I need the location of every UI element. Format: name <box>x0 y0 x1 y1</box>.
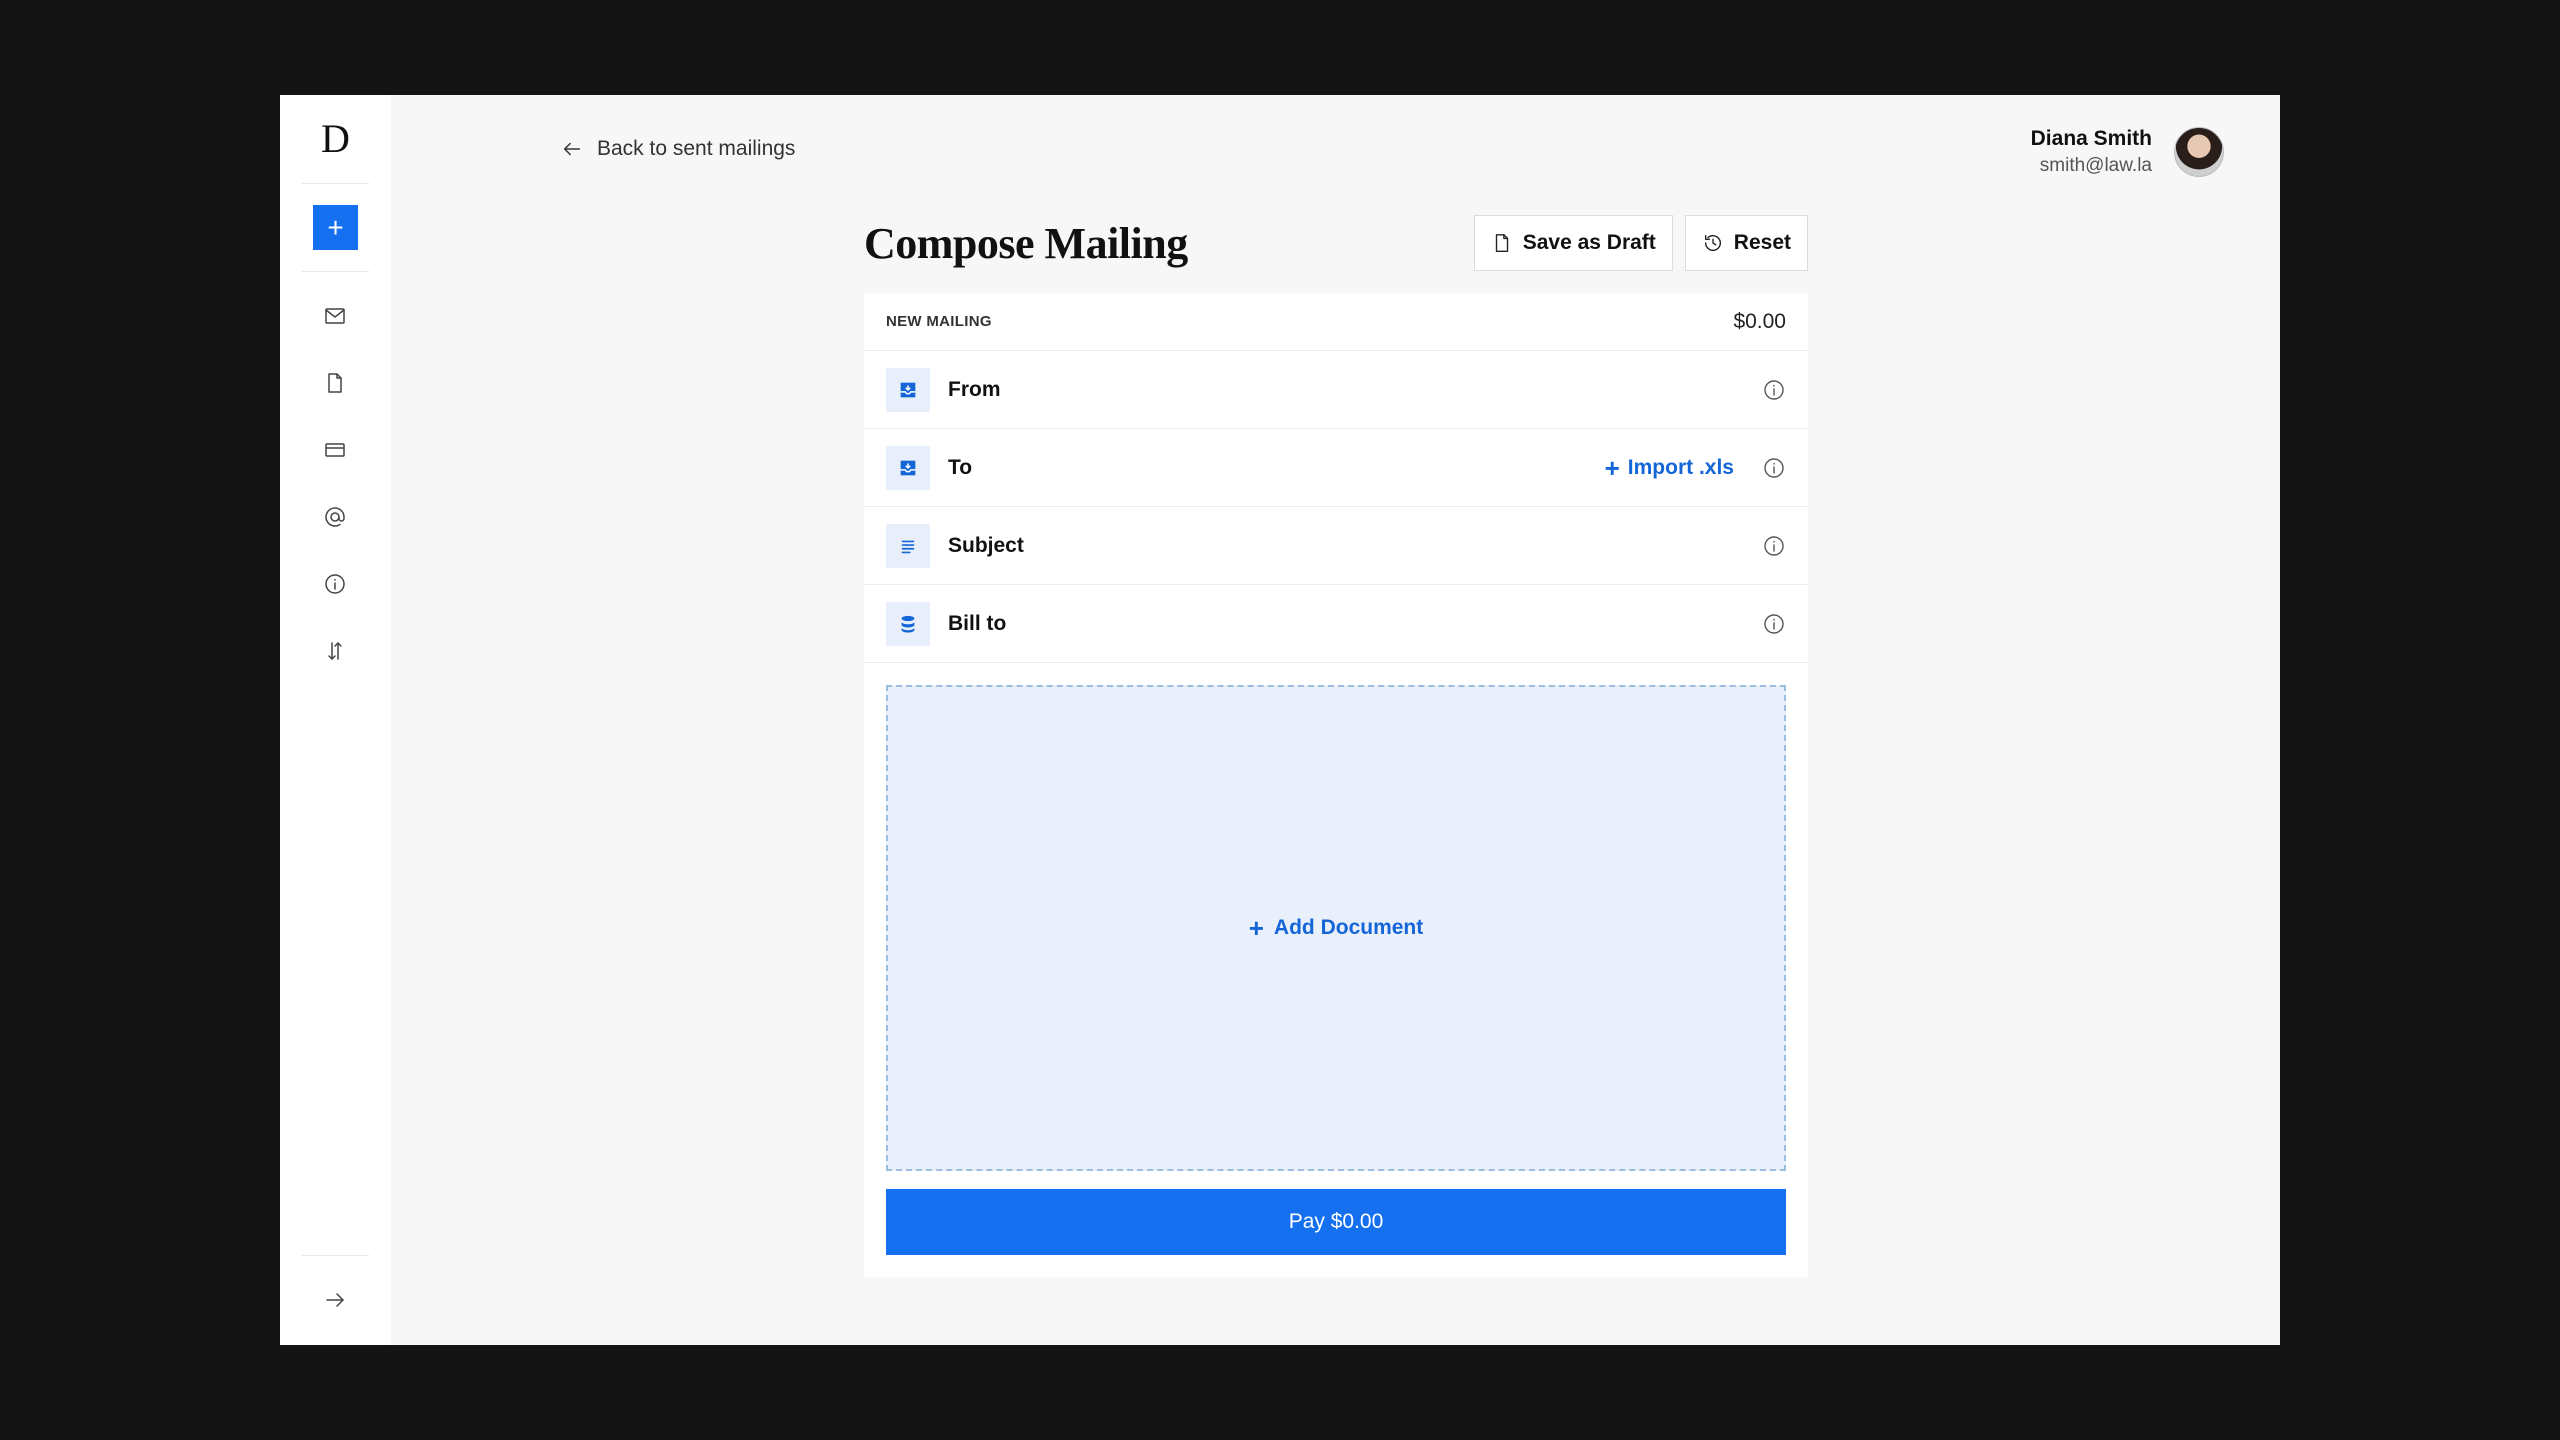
card-label: NEW MAILING <box>886 313 992 330</box>
back-link[interactable]: Back to sent mailings <box>561 137 795 161</box>
add-document-label: Add Document <box>1273 916 1424 939</box>
compose-panel: Compose Mailing Save as Draft Reset NEW … <box>864 213 1808 1277</box>
plus-icon: + <box>1248 913 1264 943</box>
field-label-bill-to: Bill to <box>948 611 1007 635</box>
info-icon[interactable] <box>1762 456 1786 480</box>
sidebar-divider <box>302 271 369 272</box>
document-icon <box>1495 234 1508 252</box>
main-content: Back to sent mailings Diana Smith smith@… <box>391 95 2280 1345</box>
text-lines-icon <box>886 523 930 568</box>
mailing-card: NEW MAILING $0.00 From To + Import .xls … <box>864 293 1808 1277</box>
history-icon <box>1704 234 1721 252</box>
save-draft-button[interactable]: Save as Draft <box>1473 215 1673 271</box>
credit-card-icon[interactable] <box>318 433 352 467</box>
sidebar-divider <box>302 183 369 184</box>
inbox-icon <box>886 367 930 412</box>
info-icon[interactable] <box>1762 534 1786 558</box>
mail-icon[interactable] <box>318 299 352 333</box>
field-row-to[interactable]: To + Import .xls <box>864 429 1808 507</box>
import-xls-button[interactable]: + Import .xls <box>1605 455 1734 481</box>
at-sign-icon[interactable] <box>318 500 352 534</box>
document-dropzone[interactable]: + Add Document <box>886 685 1786 1171</box>
add-document-button[interactable]: + Add Document <box>1249 915 1424 941</box>
mailing-total: $0.00 <box>1733 309 1786 333</box>
field-row-bill-to[interactable]: Bill to <box>864 585 1808 663</box>
info-icon[interactable] <box>1762 612 1786 636</box>
field-label-to: To <box>948 455 973 479</box>
reset-button[interactable]: Reset <box>1684 215 1808 271</box>
new-mailing-button[interactable]: + <box>313 205 358 250</box>
database-icon <box>886 601 930 646</box>
arrow-right-icon[interactable] <box>318 1283 352 1317</box>
sliders-icon[interactable] <box>318 634 352 668</box>
page-title: Compose Mailing <box>864 218 1188 268</box>
field-row-from[interactable]: From <box>864 351 1808 429</box>
field-label-from: From <box>948 377 1001 401</box>
back-link-label: Back to sent mailings <box>597 137 796 160</box>
pay-button[interactable]: Pay $0.00 <box>886 1189 1786 1255</box>
import-xls-label: Import .xls <box>1627 455 1734 479</box>
avatar[interactable] <box>2174 127 2224 177</box>
arrow-left-icon <box>563 142 581 156</box>
user-email: smith@law.la <box>2039 155 2152 176</box>
info-icon[interactable] <box>1762 378 1786 402</box>
user-name: Diana Smith <box>2030 127 2152 150</box>
inbox-icon <box>886 445 930 490</box>
info-icon[interactable] <box>318 567 352 601</box>
field-label-subject: Subject <box>948 533 1024 557</box>
sidebar-divider <box>302 1255 369 1256</box>
save-draft-label: Save as Draft <box>1522 231 1656 254</box>
field-row-subject[interactable]: Subject <box>864 507 1808 585</box>
user-profile[interactable]: Diana Smith smith@law.la <box>2031 127 2224 177</box>
app-logo[interactable]: D <box>280 115 391 162</box>
reset-label: Reset <box>1733 231 1791 254</box>
app-window: D + Back to sent mailings Diana Smith sm… <box>280 95 2280 1345</box>
document-icon[interactable] <box>318 366 352 400</box>
sidebar: D + <box>280 95 391 1345</box>
plus-icon: + <box>1604 452 1620 483</box>
